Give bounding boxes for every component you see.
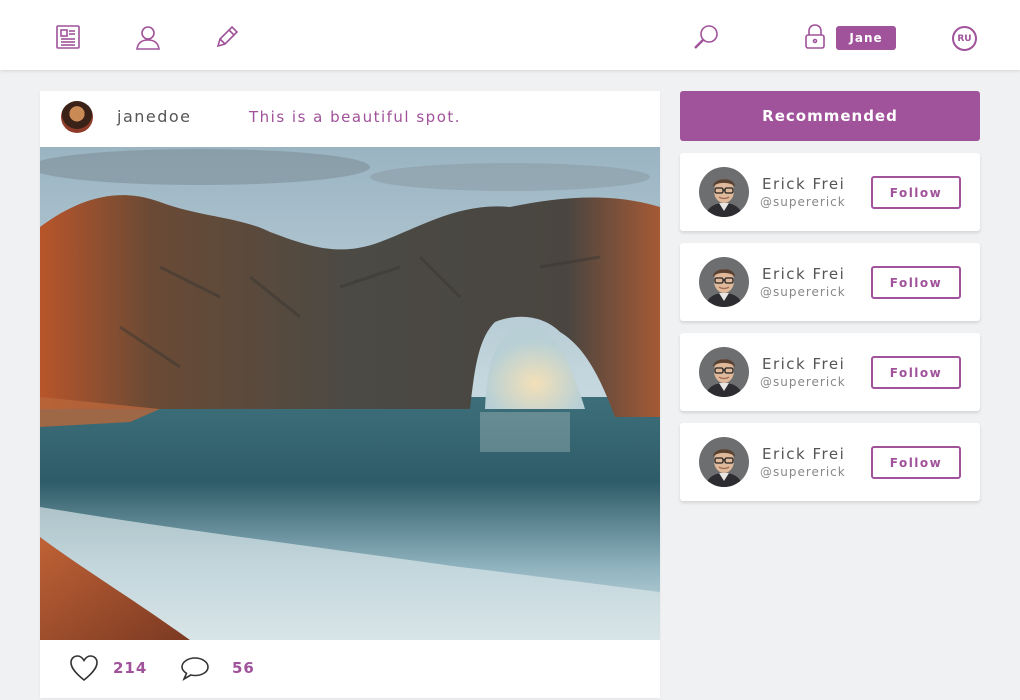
recommended-user-card: Erick Frei @supererick Follow <box>680 243 980 321</box>
post-caption: This is a beautiful spot. <box>249 108 462 126</box>
avatar[interactable] <box>699 167 749 217</box>
user-menu-button[interactable]: Jane <box>836 26 896 50</box>
recommended-user-handle: @supererick <box>760 195 846 209</box>
comment-icon[interactable] <box>180 655 210 686</box>
follow-button[interactable]: Follow <box>871 356 961 389</box>
avatar[interactable] <box>699 257 749 307</box>
recommended-user-handle: @supererick <box>760 465 846 479</box>
recommended-user-name: Erick Frei <box>762 175 846 193</box>
recommended-user-card: Erick Frei @supererick Follow <box>680 333 980 411</box>
recommended-user-card: Erick Frei @supererick Follow <box>680 423 980 501</box>
post-username[interactable]: janedoe <box>117 107 192 126</box>
follow-button[interactable]: Follow <box>871 446 961 479</box>
recommended-user-handle: @supererick <box>760 375 846 389</box>
follow-button[interactable]: Follow <box>871 176 961 209</box>
lock-icon[interactable] <box>800 22 830 52</box>
comment-count: 56 <box>232 659 255 677</box>
recommended-title: Recommended <box>680 91 980 141</box>
search-icon[interactable] <box>691 22 721 52</box>
top-navbar: Jane RU <box>0 0 1020 70</box>
like-count: 214 <box>113 659 148 677</box>
post-actions: 214 56 <box>40 640 660 698</box>
post-card: janedoe This is a beautiful spot. 214 56 <box>40 91 660 698</box>
user-icon[interactable] <box>133 22 163 52</box>
heart-icon[interactable] <box>69 654 99 687</box>
avatar[interactable] <box>699 437 749 487</box>
recommended-user-name: Erick Frei <box>762 445 846 463</box>
recommended-user-name: Erick Frei <box>762 265 846 283</box>
avatar[interactable] <box>61 101 93 133</box>
follow-button[interactable]: Follow <box>871 266 961 299</box>
language-selector[interactable]: RU <box>952 26 977 51</box>
recommended-user-handle: @supererick <box>760 285 846 299</box>
recommended-user-name: Erick Frei <box>762 355 846 373</box>
post-header: janedoe This is a beautiful spot. <box>40 91 660 147</box>
post-photo[interactable] <box>40 147 660 640</box>
avatar[interactable] <box>699 347 749 397</box>
recommended-user-card: Erick Frei @supererick Follow <box>680 153 980 231</box>
newspaper-icon[interactable] <box>53 22 83 52</box>
pencil-icon[interactable] <box>212 22 242 52</box>
